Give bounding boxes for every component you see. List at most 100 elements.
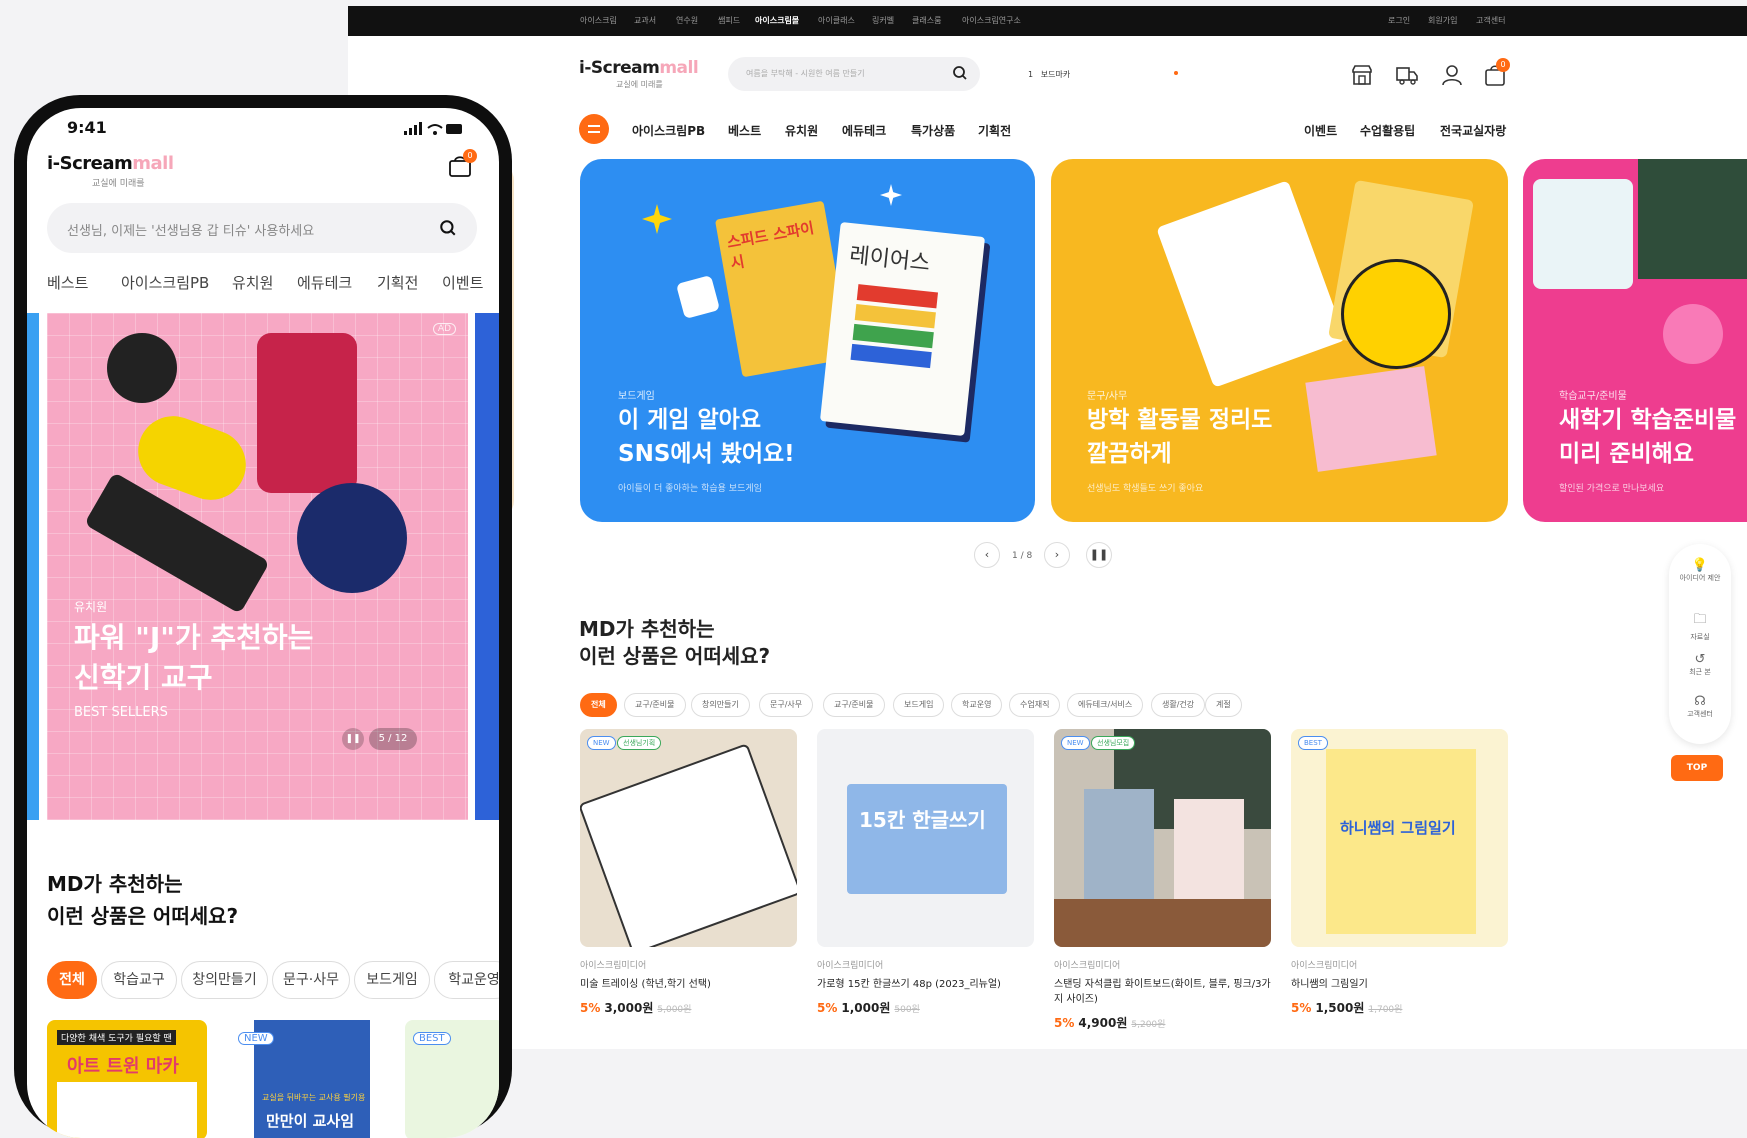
keyword-indicator xyxy=(1174,71,1178,75)
topbar-signup[interactable]: 회원가입 xyxy=(1428,15,1457,26)
nav-exhibition[interactable]: 기획전 xyxy=(978,122,1011,139)
topbar-link-institute[interactable]: 아이스크림연구소 xyxy=(962,15,1021,26)
phone-product-card[interactable]: BEST xyxy=(405,1020,499,1138)
phone-search-placeholder: 선생님, 이제는 '선생님용 갑 티슈' 사용하세요 xyxy=(67,224,315,239)
banner-school-supplies[interactable]: 학습교구/준비물 새학기 학습준비물 미리 준비해요 할인된 가격으로 만나보세… xyxy=(1523,159,1747,522)
nav-tips[interactable]: 수업활용팁 xyxy=(1360,122,1415,139)
search-input[interactable]: 여름을 부탁해 - 시원한 여름 만들기 xyxy=(728,57,980,91)
phone-tab-exhibition[interactable]: 기획전 xyxy=(377,272,418,293)
quick-support[interactable]: ☊ 고객센터 xyxy=(1669,694,1731,719)
nav-kindergarten[interactable]: 유치원 xyxy=(785,122,818,139)
topbar-login[interactable]: 로그인 xyxy=(1388,15,1410,26)
product-card[interactable]: 하니쌤의 그림일기 BEST 아이스크림미디어 하니쌤의 그림일기 5% 1,50… xyxy=(1291,729,1508,1016)
chip-edutech[interactable]: 에듀테크/서비스 xyxy=(1067,693,1144,717)
banner-prev-button[interactable]: ‹ xyxy=(974,542,1000,568)
product-card[interactable]: NEW 선생님기획 아이스크림미디어 미술 트레이싱 (학년,학기 선택) 5%… xyxy=(580,729,797,1016)
topbar-link-training[interactable]: 연수원 xyxy=(676,15,698,26)
topbar-link-iscream[interactable]: 아이스크림 xyxy=(580,15,617,26)
mall-logo[interactable]: i-Screammall xyxy=(579,58,699,78)
delivery-icon[interactable] xyxy=(1394,62,1420,88)
quick-recent[interactable]: ↺ 최근 본 xyxy=(1669,652,1731,677)
banner-stationery[interactable]: 문구/사무 방학 활동물 정리도 깔끔하게 선생님도 학생들도 쓰기 좋아요 xyxy=(1051,159,1508,522)
chip-boardgame[interactable]: 보드게임 xyxy=(893,693,945,717)
banner-title-line1: 새학기 학습준비물 xyxy=(1559,407,1737,433)
popular-keyword[interactable]: 1 보드마카 xyxy=(1028,69,1070,80)
phone-logo[interactable]: i-Screammall xyxy=(47,153,174,174)
phone-chip-creative[interactable]: 창의만들기 xyxy=(181,961,268,999)
nav-classroom[interactable]: 전국교실자랑 xyxy=(1440,122,1506,139)
nav-special[interactable]: 특가상품 xyxy=(911,122,955,139)
quick-support-label: 고객센터 xyxy=(1687,710,1713,718)
banner-title-line1: 이 게임 알아요 xyxy=(618,407,761,433)
topbar-link-feed[interactable]: 쌤피드 xyxy=(718,15,740,26)
topbar-link-classroom[interactable]: 클래스룸 xyxy=(912,15,941,26)
phone-product-title: 만만이 교사임 xyxy=(266,1112,355,1130)
phone-tab-kindergarten[interactable]: 유치원 xyxy=(232,272,273,293)
phone-product-card[interactable]: 다양한 채색 도구가 필요할 땐 아트 트윈 마카 xyxy=(47,1020,207,1138)
game-box-layers: 레이어스 xyxy=(819,221,986,437)
keyword-text: 보드마카 xyxy=(1040,70,1071,79)
quick-idea[interactable]: 💡 아이디어 제안 xyxy=(1669,558,1731,583)
chip-edu-supplies[interactable]: 교구/준비물 xyxy=(624,693,686,717)
marker-sheet xyxy=(57,1082,197,1138)
phone-search-input[interactable]: 선생님, 이제는 '선생님용 갑 티슈' 사용하세요 xyxy=(47,203,477,253)
user-icon[interactable] xyxy=(1439,62,1465,88)
chip-class-work[interactable]: 수업재직 xyxy=(1009,693,1061,717)
phone-tab-best[interactable]: 베스트 xyxy=(47,272,88,293)
store-icon[interactable] xyxy=(1349,62,1375,88)
notebook-cover: 15칸 한글쓰기 xyxy=(847,784,1007,894)
topbar-link-mall[interactable]: 아이스크림몰 xyxy=(755,15,799,26)
chip-supplies[interactable]: 교구/준비물 xyxy=(823,693,885,717)
top-utility-bar: 아이스크림 교과서 연수원 쌤피드 아이스크림몰 아이클래스 링커벨 클래스룸 … xyxy=(348,6,1747,36)
chip-season[interactable]: 계절 xyxy=(1205,693,1242,717)
phone-tab-event[interactable]: 이벤트 xyxy=(442,272,483,293)
product-discount: 5% xyxy=(817,1001,838,1015)
phone-chip-all[interactable]: 전체 xyxy=(47,961,97,999)
phone-banner[interactable]: AD 유치원 파워 "J"가 추천하는 신학기 교구 BEST SELLERS … xyxy=(47,313,468,820)
chip-all[interactable]: 전체 xyxy=(580,693,617,717)
whiteboard-blue xyxy=(1084,789,1154,899)
product-name: 가로형 15칸 한글쓰기 48p (2023_리뉴얼) xyxy=(817,979,1001,990)
phone-banner-peek-right xyxy=(475,313,499,820)
tree-image xyxy=(1638,159,1747,279)
phone-tab-pb[interactable]: 아이스크림PB xyxy=(121,272,209,293)
phone-tab-edutech[interactable]: 에듀테크 xyxy=(297,272,352,293)
phone-chip-boardgame[interactable]: 보드게임 xyxy=(354,961,430,999)
phone-product-card[interactable]: 교실을 뒤바꾸는 교사용 필기용 만만이 교사임 NEW xyxy=(232,1020,392,1138)
product-card[interactable]: NEW 선생님모집 아이스크림미디어 스탠딩 자석클립 화이트보드(화이트, 블… xyxy=(1054,729,1271,1031)
product-card[interactable]: 15칸 한글쓰기 아이스크림미디어 가로형 15칸 한글쓰기 48p (2023… xyxy=(817,729,1034,1016)
nav-edutech[interactable]: 에듀테크 xyxy=(842,122,886,139)
product-discount: 5% xyxy=(580,1001,601,1015)
product-sale-price: 1,000원 xyxy=(841,1001,891,1015)
chip-creative[interactable]: 창의만들기 xyxy=(691,693,750,717)
product-name: 하니쌤의 그림일기 xyxy=(1291,979,1368,990)
product-image: 15칸 한글쓰기 xyxy=(817,729,1034,947)
topbar-support[interactable]: 고객센터 xyxy=(1476,15,1505,26)
nav-pb[interactable]: 아이스크림PB xyxy=(632,122,705,139)
banner-next-button[interactable]: › xyxy=(1044,542,1070,568)
phone-banner-pager: 5 / 12 xyxy=(369,728,417,750)
nav-best[interactable]: 베스트 xyxy=(728,122,761,139)
chip-health[interactable]: 생활/건강 xyxy=(1151,693,1206,717)
topbar-link-iclass[interactable]: 아이클래스 xyxy=(818,15,855,26)
phone-chip-edu[interactable]: 학습교구 xyxy=(101,961,177,999)
nav-event[interactable]: 이벤트 xyxy=(1304,122,1337,139)
chip-school-ops[interactable]: 학교운영 xyxy=(951,693,1003,717)
banner-category: 학습교구/준비물 xyxy=(1559,391,1627,402)
scroll-top-button[interactable]: TOP xyxy=(1671,755,1723,781)
all-menu-button[interactable] xyxy=(579,114,609,144)
topbar-link-linker[interactable]: 링커벨 xyxy=(872,15,894,26)
search-icon[interactable] xyxy=(439,219,457,237)
quick-files[interactable]: 🗀 자료실 xyxy=(1669,610,1731,642)
phone-product-sub: 다양한 채색 도구가 필요할 땐 xyxy=(57,1030,176,1045)
topbar-link-textbook[interactable]: 교과서 xyxy=(634,15,656,26)
phone-chip-school[interactable]: 학교운영 xyxy=(434,961,499,999)
phone-chip-stationery[interactable]: 문구·사무 xyxy=(272,961,350,999)
chip-stationery[interactable]: 문구/사무 xyxy=(759,693,814,717)
banner-pause-button[interactable]: ❚❚ xyxy=(1086,542,1112,568)
phone-banner-pause-button[interactable]: ❚❚ xyxy=(342,728,364,750)
phone-product-title: 아트 트윈 마카 xyxy=(67,1056,179,1077)
phone-logo-text-b: mall xyxy=(132,153,174,174)
banner-boardgame[interactable]: 스피드 스파이시 레이어스 보드게임 이 게임 알아요 SNS에서 봤어요! 아… xyxy=(580,159,1035,522)
search-icon[interactable] xyxy=(952,65,968,81)
